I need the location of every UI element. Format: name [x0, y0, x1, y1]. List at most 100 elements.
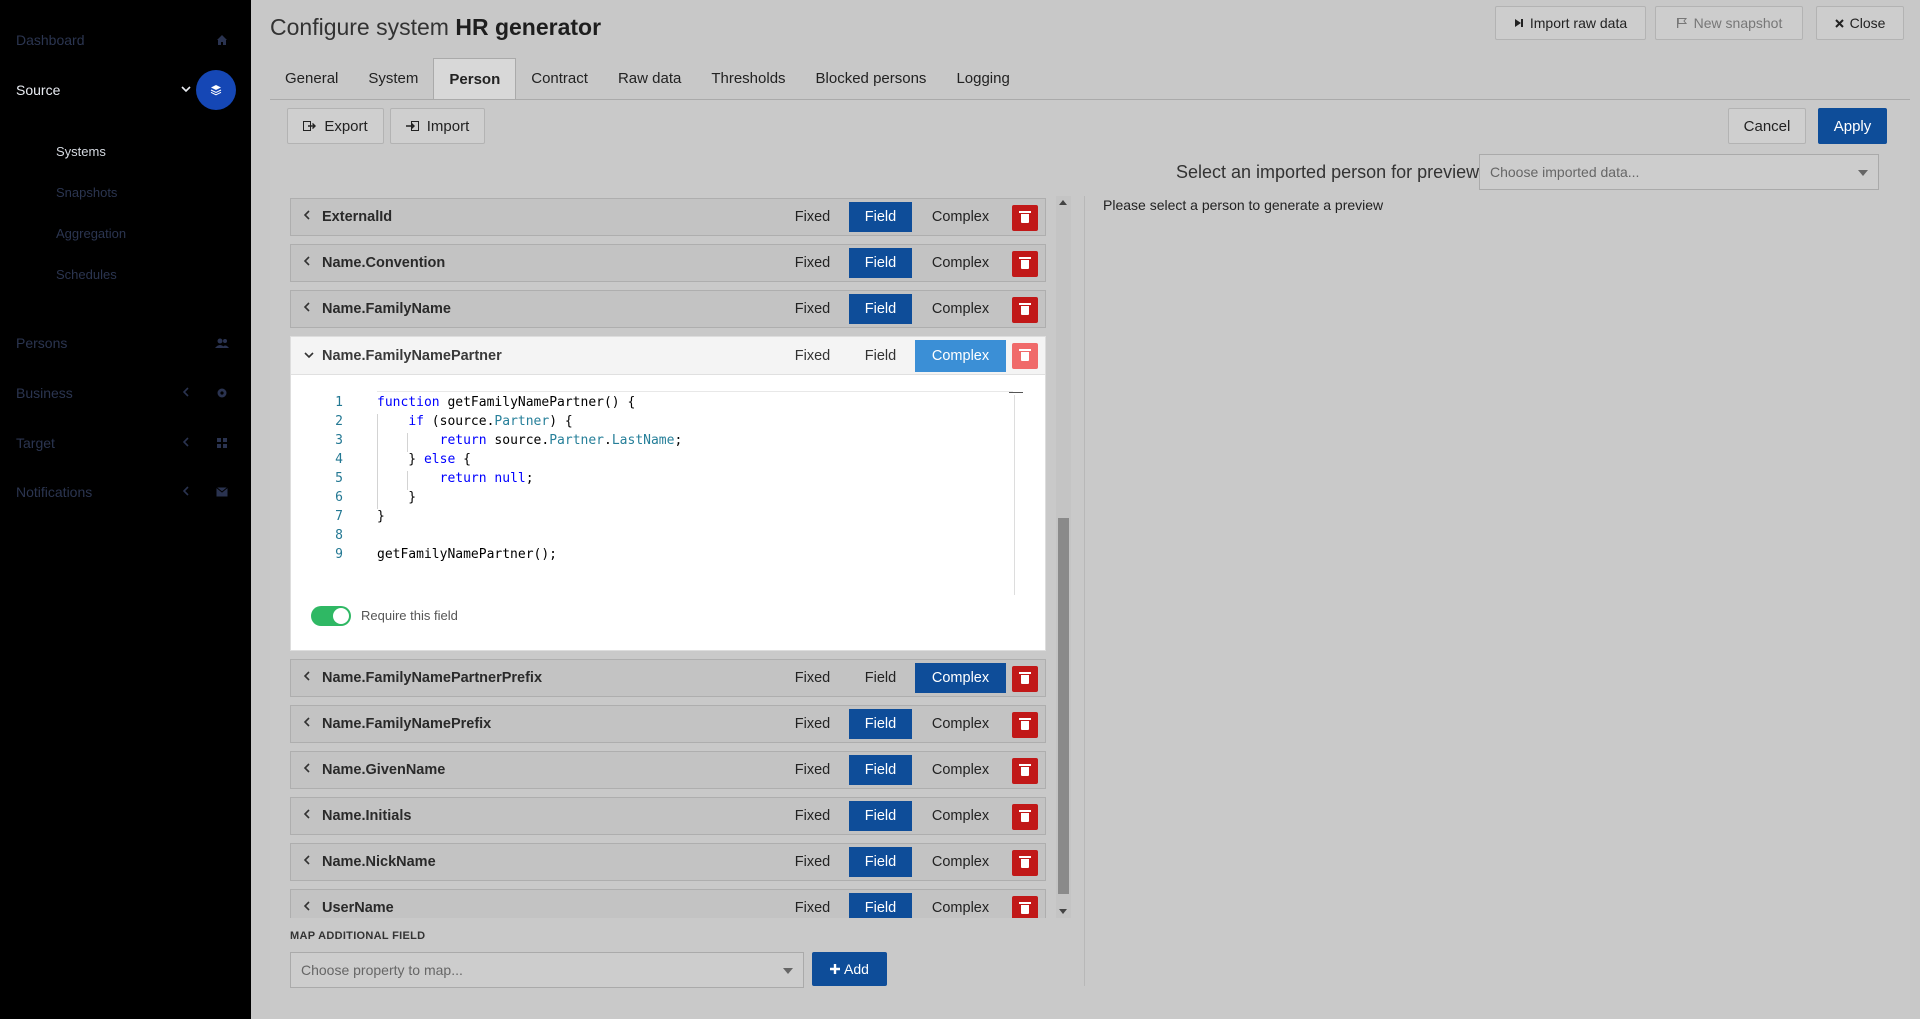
delete-field-button[interactable]	[1012, 758, 1038, 784]
page-title: Configure system HR generator	[270, 14, 601, 41]
mode-field-button[interactable]: Field	[849, 294, 912, 324]
delete-field-button[interactable]	[1012, 896, 1038, 918]
export-button[interactable]: Export	[287, 108, 384, 144]
code-line: 7}	[335, 509, 385, 524]
sidebar-subitem-aggregation[interactable]: Aggregation	[56, 226, 126, 241]
sidebar-subitem-systems[interactable]: Systems	[56, 144, 106, 159]
mode-field-button[interactable]: Field	[849, 801, 912, 831]
chevron-down-icon[interactable]	[303, 347, 315, 362]
sidebar-subitem-schedules[interactable]: Schedules	[56, 267, 117, 282]
mode-fixed-button[interactable]: Fixed	[781, 340, 844, 372]
import-button[interactable]: Import	[390, 108, 485, 144]
tab-thresholds[interactable]: Thresholds	[696, 58, 800, 100]
tab-logging[interactable]: Logging	[941, 58, 1024, 100]
mode-complex-button[interactable]: Complex	[915, 847, 1006, 877]
trash-icon	[1019, 855, 1031, 868]
mode-field-button[interactable]: Field	[849, 663, 912, 693]
import-raw-data-button[interactable]: Import raw data	[1495, 6, 1646, 40]
mode-complex-button[interactable]: Complex	[915, 340, 1006, 372]
mode-field-button[interactable]: Field	[849, 893, 912, 918]
tab-blocked-persons[interactable]: Blocked persons	[801, 58, 942, 100]
scroll-up-icon[interactable]	[1059, 200, 1067, 205]
map-property-select[interactable]: Choose property to map...	[290, 952, 804, 988]
mode-complex-button[interactable]: Complex	[915, 801, 1006, 831]
mode-complex-button[interactable]: Complex	[915, 755, 1006, 785]
sidebar-item-source[interactable]: Source	[0, 70, 251, 110]
delete-field-button[interactable]	[1012, 205, 1038, 231]
chevron-left-icon[interactable]	[303, 209, 311, 224]
code-line: 3 return source.Partner.LastName;	[335, 433, 683, 448]
tab-contract[interactable]: Contract	[516, 58, 603, 100]
field-list-scrollbar[interactable]	[1056, 196, 1071, 918]
preview-person-select[interactable]: Choose imported data...	[1479, 154, 1879, 190]
chevron-left-icon	[181, 386, 191, 400]
mode-fixed-button[interactable]: Fixed	[781, 801, 844, 831]
trash-icon	[1019, 901, 1031, 914]
chevron-left-icon[interactable]	[303, 808, 311, 823]
field-name: Name.Initials	[322, 808, 412, 824]
scrollbar-thumb[interactable]	[1058, 518, 1069, 894]
delete-field-button[interactable]	[1012, 343, 1038, 369]
mode-complex-button[interactable]: Complex	[915, 709, 1006, 739]
mode-field-button[interactable]: Field	[849, 248, 912, 278]
mode-fixed-button[interactable]: Fixed	[781, 847, 844, 877]
mode-fixed-button[interactable]: Fixed	[781, 709, 844, 739]
sidebar-subitem-snapshots[interactable]: Snapshots	[56, 185, 117, 200]
sidebar: Dashboard Source Systems Snapshots Aggre…	[0, 0, 251, 1019]
delete-field-button[interactable]	[1012, 804, 1038, 830]
field-name: Name.FamilyNamePrefix	[322, 716, 492, 732]
mode-fixed-button[interactable]: Fixed	[781, 755, 844, 785]
chevron-left-icon[interactable]	[303, 854, 311, 869]
delete-field-button[interactable]	[1012, 666, 1038, 692]
close-button[interactable]: Close	[1816, 6, 1904, 40]
chevron-left-icon[interactable]	[303, 900, 311, 915]
map-additional-field-label: MAP ADDITIONAL FIELD	[290, 930, 426, 942]
chevron-left-icon[interactable]	[303, 716, 311, 731]
delete-field-button[interactable]	[1012, 850, 1038, 876]
mode-complex-button[interactable]: Complex	[915, 663, 1006, 693]
delete-field-button[interactable]	[1012, 297, 1038, 323]
cancel-button[interactable]: Cancel	[1728, 108, 1806, 144]
mode-field-button[interactable]: Field	[849, 755, 912, 785]
sidebar-item-persons[interactable]: Persons	[0, 323, 251, 363]
mode-complex-button[interactable]: Complex	[915, 893, 1006, 918]
sidebar-item-dashboard[interactable]: Dashboard	[0, 20, 251, 60]
mode-field-button[interactable]: Field	[849, 202, 912, 232]
preview-label: Select an imported person for preview	[1176, 162, 1480, 182]
tab-raw-data[interactable]: Raw data	[603, 58, 696, 100]
mode-complex-button[interactable]: Complex	[915, 294, 1006, 324]
apply-button[interactable]: Apply	[1818, 108, 1887, 144]
mode-complex-button[interactable]: Complex	[915, 248, 1006, 278]
sidebar-item-label: Persons	[16, 335, 68, 351]
field-row-name-nickname: Name.NickName Fixed Field Complex	[290, 843, 1046, 881]
require-field-toggle[interactable]	[311, 606, 351, 626]
mode-complex-button[interactable]: Complex	[915, 202, 1006, 232]
field-row-name-familynameprefix: Name.FamilyNamePrefix Fixed Field Comple…	[290, 705, 1046, 743]
add-field-button[interactable]: Add	[812, 952, 887, 986]
mode-fixed-button[interactable]: Fixed	[781, 663, 844, 693]
chevron-left-icon[interactable]	[303, 670, 311, 685]
chevron-left-icon[interactable]	[303, 301, 311, 316]
sidebar-item-target[interactable]: Target	[0, 423, 251, 463]
expanded-field-header: Name.FamilyNamePartner Fixed Field Compl…	[291, 337, 1045, 375]
delete-field-button[interactable]	[1012, 251, 1038, 277]
trash-icon	[1019, 809, 1031, 822]
sidebar-item-notifications[interactable]: Notifications	[0, 472, 251, 512]
mode-fixed-button[interactable]: Fixed	[781, 893, 844, 918]
tab-person[interactable]: Person	[433, 58, 517, 100]
tab-system[interactable]: System	[353, 58, 433, 100]
code-editor[interactable]: 1 function getFamilyNamePartner() { 2 if …	[311, 391, 1029, 595]
mode-field-button[interactable]: Field	[849, 340, 912, 372]
delete-field-button[interactable]	[1012, 712, 1038, 738]
mode-fixed-button[interactable]: Fixed	[781, 248, 844, 278]
sidebar-item-business[interactable]: Business	[0, 373, 251, 413]
scroll-down-icon[interactable]	[1059, 909, 1067, 914]
mode-field-button[interactable]: Field	[849, 847, 912, 877]
mode-fixed-button[interactable]: Fixed	[781, 294, 844, 324]
tab-general[interactable]: General	[270, 58, 353, 100]
new-snapshot-button[interactable]: New snapshot	[1655, 6, 1803, 40]
mode-field-button[interactable]: Field	[849, 709, 912, 739]
mode-fixed-button[interactable]: Fixed	[781, 202, 844, 232]
chevron-left-icon[interactable]	[303, 762, 311, 777]
chevron-left-icon[interactable]	[303, 255, 311, 270]
